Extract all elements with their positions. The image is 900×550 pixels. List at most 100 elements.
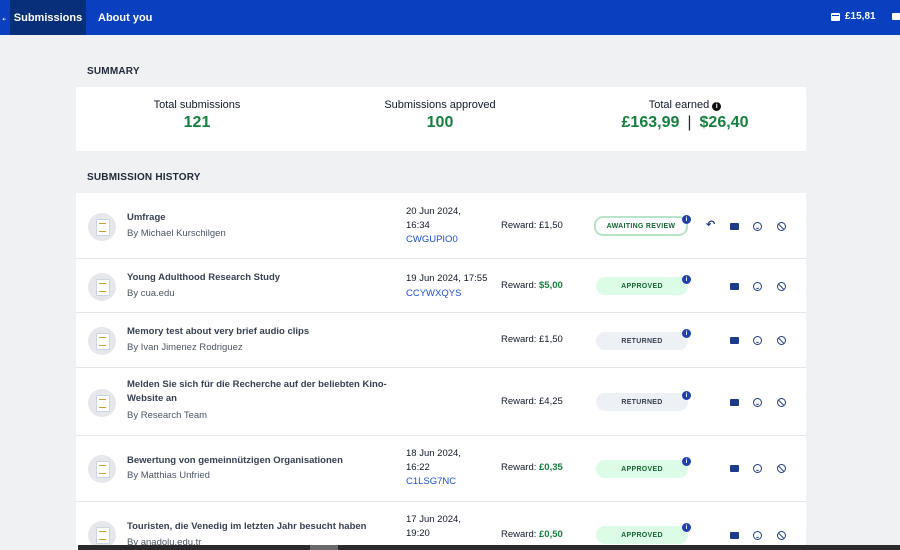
- balance-display[interactable]: £15,81: [831, 11, 876, 22]
- submission-history-list: Umfrage By Michael Kurschilgen 20 Jun 20…: [76, 193, 806, 550]
- study-author: By Michael Kurschilgen: [127, 228, 226, 239]
- reward-amount: £0,50: [539, 529, 563, 540]
- list-item[interactable]: Memory test about very brief audio clips…: [76, 313, 806, 368]
- completion-code[interactable]: CWGUPIO0: [406, 234, 458, 245]
- ban-icon[interactable]: [777, 464, 786, 473]
- smile-icon[interactable]: [753, 464, 762, 473]
- ban-icon[interactable]: [777, 222, 786, 231]
- reward: Reward: £4,25: [501, 396, 563, 407]
- mail-icon[interactable]: [730, 283, 739, 290]
- reward: Reward: £0,35: [501, 462, 563, 473]
- status-info-icon[interactable]: i: [682, 457, 691, 466]
- document-icon: [88, 455, 116, 483]
- stat-label: Total submissions: [153, 99, 241, 111]
- reward-amount: £4,25: [539, 396, 563, 407]
- status-info-icon[interactable]: i: [682, 523, 691, 532]
- reward-amount: £1,50: [539, 334, 563, 345]
- study-author: By cua.edu: [127, 288, 175, 299]
- ban-icon[interactable]: [777, 336, 786, 345]
- study-title: Umfrage: [127, 212, 166, 223]
- ban-icon[interactable]: [777, 531, 786, 540]
- document-icon: [88, 273, 116, 301]
- messages-icon[interactable]: [892, 13, 900, 20]
- submission-date: 18 Jun 2024, 16:22: [406, 448, 461, 473]
- ban-icon[interactable]: [777, 398, 786, 407]
- stat-total-submissions: Total submissions 121: [137, 99, 257, 132]
- status-badge: RETURNED: [596, 393, 688, 411]
- study-author: By Research Team: [127, 410, 208, 421]
- reward-label: Reward:: [501, 220, 537, 231]
- reward-amount: £0,35: [539, 462, 563, 473]
- reward: Reward: $5,00: [501, 280, 563, 291]
- info-icon[interactable]: i: [712, 102, 722, 111]
- status-badge: APPROVED: [596, 526, 688, 544]
- list-item[interactable]: Bewertung von gemeinnützigen Organisatio…: [76, 436, 806, 502]
- stat-total-earned: Total earned i £163,99 | $26,40: [605, 99, 765, 132]
- top-nav-bar: ← Submissions About you £15,81: [0, 0, 900, 35]
- smile-icon[interactable]: [753, 282, 762, 291]
- study-title: Melden Sie sich für die Recherche auf de…: [127, 379, 387, 404]
- balance-amount: £15,81: [845, 11, 876, 22]
- status-badge: APPROVED: [596, 460, 688, 478]
- mail-icon[interactable]: [730, 337, 739, 344]
- list-item[interactable]: Young Adulthood Research Study By cua.ed…: [76, 259, 806, 313]
- study-title: Memory test about very brief audio clips: [127, 326, 310, 337]
- earned-gbp: £163,99: [621, 114, 680, 131]
- stat-label: Total earned i: [605, 99, 765, 111]
- stat-value: 100: [426, 114, 454, 131]
- status-info-icon[interactable]: i: [682, 275, 691, 284]
- mail-icon[interactable]: [730, 532, 739, 539]
- undo-icon[interactable]: ↶: [706, 220, 715, 231]
- stat-value: £163,99 | $26,40: [605, 114, 765, 132]
- list-item[interactable]: Umfrage By Michael Kurschilgen 20 Jun 20…: [76, 193, 806, 259]
- document-icon: [88, 327, 116, 355]
- reward-amount: $5,00: [539, 280, 563, 291]
- tab-submissions[interactable]: Submissions: [10, 0, 86, 35]
- smile-icon[interactable]: [753, 336, 762, 345]
- study-title: Touristen, die Venedig im letzten Jahr b…: [127, 521, 367, 532]
- reward: Reward: £1,50: [501, 220, 563, 231]
- stat-label: Submissions approved: [384, 99, 496, 111]
- summary-heading: SUMMARY: [87, 66, 140, 77]
- earned-separator: |: [687, 114, 692, 131]
- status-info-icon[interactable]: i: [682, 329, 691, 338]
- summary-card: Total submissions 121 Submissions approv…: [76, 87, 806, 151]
- stat-value: 121: [183, 114, 211, 131]
- completion-code[interactable]: CCYWXQYS: [406, 288, 461, 299]
- history-heading: SUBMISSION HISTORY: [87, 172, 201, 183]
- submission-date: 17 Jun 2024, 19:20: [406, 514, 461, 539]
- completion-code[interactable]: C1LSG7NC: [406, 476, 456, 487]
- mail-icon[interactable]: [730, 223, 739, 230]
- smile-icon[interactable]: [753, 398, 762, 407]
- study-title: Bewertung von gemeinnützigen Organisatio…: [127, 455, 343, 466]
- document-icon: [88, 389, 116, 417]
- mail-icon[interactable]: [730, 465, 739, 472]
- reward-label: Reward:: [501, 334, 537, 345]
- smile-icon[interactable]: [753, 531, 762, 540]
- status-info-icon[interactable]: i: [682, 215, 691, 224]
- status-info-icon[interactable]: i: [682, 391, 691, 400]
- tab-about-you[interactable]: About you: [88, 0, 162, 35]
- reward-label: Reward:: [501, 462, 537, 473]
- back-arrow-icon[interactable]: ←: [0, 10, 6, 24]
- submission-date: 19 Jun 2024, 17:55: [406, 273, 488, 284]
- stat-submissions-approved: Submissions approved 100: [375, 99, 505, 132]
- status-badge: APPROVED: [596, 277, 688, 295]
- reward-amount: £1,50: [539, 220, 563, 231]
- mail-icon[interactable]: [730, 399, 739, 406]
- list-item[interactable]: Touristen, die Venedig im letzten Jahr b…: [76, 502, 806, 550]
- reward-label: Reward:: [501, 529, 537, 540]
- reward-label: Reward:: [501, 280, 537, 291]
- list-item[interactable]: Melden Sie sich für die Recherche auf de…: [76, 368, 806, 436]
- smile-icon[interactable]: [753, 222, 762, 231]
- status-badge: AWAITING REVIEW: [594, 216, 688, 236]
- status-badge: RETURNED: [596, 332, 688, 350]
- ban-icon[interactable]: [777, 282, 786, 291]
- study-title: Young Adulthood Research Study: [127, 272, 281, 283]
- scrollbar-thumb[interactable]: [310, 545, 338, 550]
- document-icon: [88, 213, 116, 241]
- study-author: By Ivan Jimenez Rodriguez: [127, 342, 243, 353]
- horizontal-scrollbar[interactable]: [78, 545, 900, 550]
- wallet-icon: [831, 12, 840, 21]
- reward-label: Reward:: [501, 396, 537, 407]
